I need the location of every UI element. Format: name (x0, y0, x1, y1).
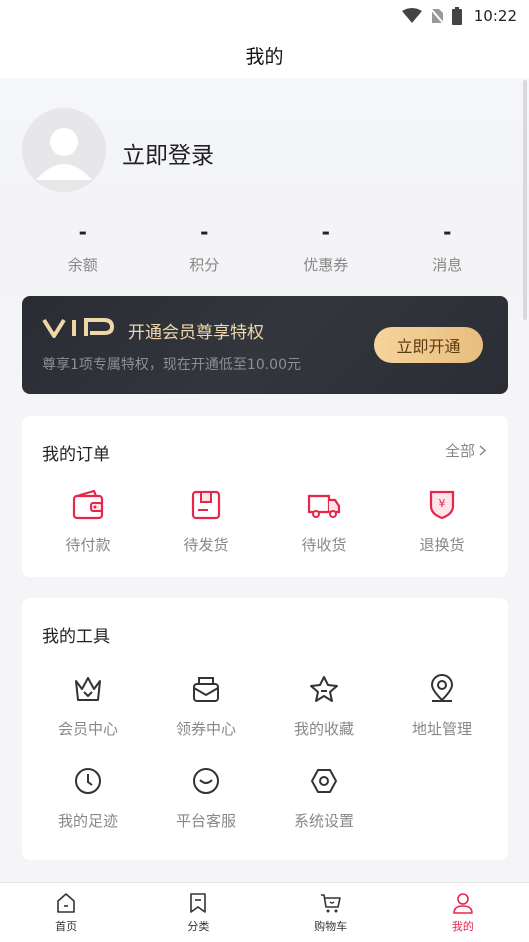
tab-cart[interactable]: 购物车 (265, 883, 397, 942)
stat-value: - (321, 220, 330, 244)
package-icon (189, 488, 223, 522)
tab-category[interactable]: 分类 (132, 883, 264, 942)
stat-label: 优惠券 (303, 256, 349, 274)
avatar[interactable] (22, 108, 106, 192)
tool-label: 我的足迹 (57, 812, 118, 830)
orders-title: 我的订单 (42, 445, 110, 465)
tool-address[interactable]: 地址管理 (392, 672, 492, 739)
orders-card: 我的订单 全部 待付款 待发货 待收货 ¥ 退换货 (22, 416, 508, 577)
tool-member-center[interactable]: 会员中心 (38, 672, 138, 739)
stat-points[interactable]: - 积分 (144, 216, 266, 286)
tool-label: 地址管理 (411, 720, 472, 738)
order-return-exchange[interactable]: ¥ 退换货 (392, 488, 492, 555)
tab-home[interactable]: 首页 (0, 883, 132, 942)
stat-value: - (443, 220, 452, 244)
order-label: 待收货 (301, 536, 347, 554)
svg-text:¥: ¥ (439, 497, 446, 510)
stats-row: - 余额 - 积分 - 优惠券 - 消息 (22, 216, 508, 286)
star-icon (307, 672, 341, 706)
order-pending-payment[interactable]: 待付款 (38, 488, 138, 555)
no-sim-icon (430, 8, 444, 24)
stat-label: 积分 (189, 256, 220, 274)
vip-logo-icon (42, 318, 115, 338)
clock-time: 10:22 (473, 7, 517, 25)
tool-favorites[interactable]: 我的收藏 (274, 672, 374, 739)
location-icon (425, 672, 459, 706)
tool-label: 我的收藏 (293, 720, 354, 738)
home-icon (57, 893, 75, 913)
wifi-icon (401, 8, 422, 23)
tool-settings[interactable]: 系统设置 (274, 764, 374, 831)
stat-coupons[interactable]: - 优惠券 (265, 216, 387, 286)
order-label: 待发货 (183, 536, 229, 554)
default-avatar-icon (36, 128, 92, 180)
header: 我的 (0, 32, 529, 78)
stat-balance[interactable]: - 余额 (22, 216, 144, 286)
profile-section: 立即登录 - 余额 - 积分 - 优惠券 - 消息 (0, 78, 529, 296)
battery-icon (451, 7, 462, 25)
order-pending-receipt[interactable]: 待收货 (274, 488, 374, 555)
order-pending-shipment[interactable]: 待发货 (156, 488, 256, 555)
scrollbar[interactable] (523, 80, 527, 320)
cart-icon (320, 894, 341, 913)
orders-all-link[interactable]: 全部 (445, 440, 486, 461)
stat-value: - (200, 220, 209, 244)
settings-icon (307, 764, 341, 798)
tab-label: 首页 (55, 920, 78, 933)
order-label: 待付款 (65, 536, 111, 554)
tool-label: 系统设置 (293, 812, 354, 830)
refund-icon: ¥ (425, 488, 459, 522)
page-title: 我的 (245, 45, 284, 68)
tool-coupon-center[interactable]: 领券中心 (156, 672, 256, 739)
tool-label: 会员中心 (57, 720, 118, 738)
login-link[interactable]: 立即登录 (122, 136, 214, 170)
crown-icon (71, 672, 105, 706)
coupon-icon (189, 672, 223, 706)
stat-value: - (78, 220, 87, 244)
orders-all-label: 全部 (444, 442, 475, 460)
tab-mine[interactable]: 我的 (397, 883, 529, 942)
chat-icon (189, 764, 223, 798)
order-label: 退换货 (419, 536, 465, 554)
stat-messages[interactable]: - 消息 (387, 216, 509, 286)
vip-subtitle: 尊享1项专属特权，现在开通低至10.00元 (42, 357, 301, 373)
category-icon (190, 893, 207, 913)
user-icon (453, 893, 473, 914)
stat-label: 余额 (67, 256, 98, 274)
tool-footprints[interactable]: 我的足迹 (38, 764, 138, 831)
clock-icon (71, 764, 105, 798)
vip-open-button[interactable]: 立即开通 (374, 327, 483, 363)
chevron-right-icon (479, 445, 486, 456)
vip-headline: 开通会员尊享特权 (128, 323, 264, 343)
truck-icon (307, 488, 341, 522)
stat-label: 消息 (432, 256, 463, 274)
tool-customer-service[interactable]: 平台客服 (156, 764, 256, 831)
tools-title: 我的工具 (42, 627, 110, 647)
status-bar: 10:22 (0, 0, 529, 32)
tab-label: 分类 (187, 920, 210, 933)
tool-label: 平台客服 (175, 812, 236, 830)
wallet-icon (71, 488, 105, 522)
tools-card: 我的工具 会员中心 领券中心 我的收藏 地址管理 我的足迹 平台客服 系统设置 (22, 598, 508, 860)
vip-banner[interactable]: 开通会员尊享特权 尊享1项专属特权，现在开通低至10.00元 立即开通 (22, 296, 508, 394)
tool-label: 领券中心 (175, 720, 236, 738)
tab-label: 我的 (451, 920, 474, 933)
tab-label: 购物车 (314, 920, 348, 933)
bottom-tab-bar: 首页 分类 购物车 我的 (0, 882, 529, 942)
